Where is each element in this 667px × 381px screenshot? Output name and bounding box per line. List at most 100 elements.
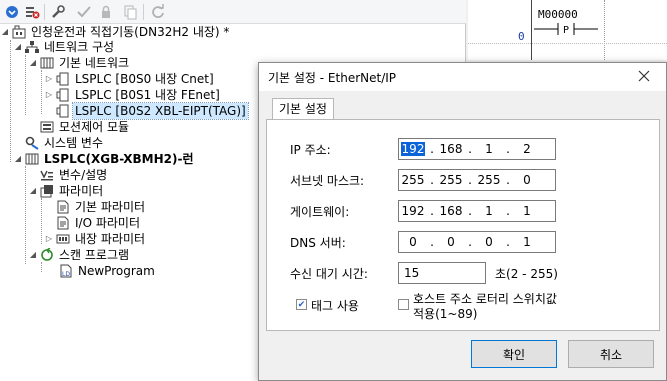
expand-arrow-icon: ▷: [45, 234, 53, 243]
tree-label: 변수/설명: [59, 168, 108, 182]
tree-label: LSPLC [B0S2 XBL-EIPT(TAG)]: [72, 102, 249, 120]
receive-timeout-range: 초(2 - 255): [495, 267, 558, 281]
tree-item-plc-cnet[interactable]: ▷ LSPLC [B0S0 내장 Cnet]: [44, 71, 216, 87]
copy-button[interactable]: [120, 3, 140, 21]
tree-label: LSPLC [B0S0 내장 Cnet]: [75, 72, 214, 86]
ethernet-ip-settings-dialog: 기본 설정 - EtherNet/IP 기본 설정 IP 주소: 192. 16…: [258, 62, 667, 381]
lock-button[interactable]: [96, 3, 116, 21]
lock-icon: [102, 5, 110, 18]
network-icon: [25, 40, 39, 54]
tree-label: LSPLC [B0S1 내장 FEnet]: [75, 88, 220, 102]
check-icon: [77, 6, 91, 18]
checkmark-icon: ✔: [297, 299, 306, 310]
tag-use-label: 태그 사용: [311, 299, 359, 313]
ip-octet-2: 168: [439, 142, 463, 156]
tree-item-basic-network[interactable]: ◢ 기본 네트워크: [28, 55, 131, 71]
tree-item-basic-params[interactable]: 기본 파라미터: [44, 199, 147, 215]
gateway-field[interactable]: 192. 168. 1. 1: [398, 200, 556, 222]
subnet-mask-field[interactable]: 255. 255. 255. 0: [398, 169, 556, 191]
dns-server-field[interactable]: 0. 0. 0. 1: [398, 231, 556, 253]
tree-label: 기본 네트워크: [59, 56, 130, 70]
positive-pulse-contact[interactable]: P: [534, 21, 598, 37]
expand-icon: [6, 6, 18, 18]
host-rotary-switch-label-2: 적용(1~89): [413, 307, 478, 321]
tree-item-project[interactable]: ◢ 인청운전과 직접기동(DN32H2 내장) *: [0, 24, 231, 40]
plc-main-icon: [25, 152, 39, 166]
delete-item-button[interactable]: [22, 3, 42, 21]
close-button[interactable]: [636, 68, 652, 84]
plc-device-icon: [56, 104, 70, 118]
tree-item-io-params[interactable]: I/O 파라미터: [44, 215, 142, 231]
ladder-program-icon: LD: [59, 264, 73, 278]
subnet-mask-label: 서브넷 마스크:: [290, 174, 365, 188]
tree-item-plc-eip[interactable]: LSPLC [B0S2 XBL-EIPT(TAG)]: [44, 102, 249, 120]
subnet-octet-4: 0: [523, 173, 531, 187]
module-icon: [40, 120, 54, 134]
check-button[interactable]: [74, 3, 94, 21]
project-icon: [12, 25, 26, 39]
refresh-icon: [152, 4, 164, 18]
tree-label: 인청운전과 직접기동(DN32H2 내장) *: [31, 25, 230, 39]
ip-octet-1: 192: [400, 142, 426, 156]
contact-device-name: M00000: [538, 8, 578, 21]
collapse-arrow-icon: ◢: [29, 186, 37, 195]
collapse-arrow-icon: ◢: [29, 58, 37, 67]
system-variable-icon: [25, 136, 39, 150]
tree-label: 내장 파라미터: [75, 232, 146, 246]
host-rotary-switch-checkbox[interactable]: [398, 299, 409, 310]
parameter-folder-icon: [40, 184, 54, 198]
dns-octet-1: 0: [409, 235, 417, 249]
tree-item-motion-module[interactable]: 모션제어 모듈: [28, 119, 131, 135]
tab-basic-settings[interactable]: 기본 설정: [272, 98, 334, 120]
subnet-octet-2: 255: [439, 173, 463, 187]
collapse-arrow-icon: ◢: [14, 42, 22, 51]
cancel-button[interactable]: 취소: [568, 340, 654, 368]
tree-label: 스캔 프로그램: [59, 248, 130, 262]
tree-label: 파라미터: [59, 184, 104, 198]
tree-label: 시스템 변수: [44, 136, 104, 150]
dns-octet-3: 0: [485, 235, 493, 249]
tree-item-scan-program[interactable]: ◢ 스캔 프로그램: [28, 247, 131, 263]
gateway-label: 게이트웨이:: [290, 205, 350, 219]
scan-program-icon: [40, 248, 54, 262]
svg-text:P: P: [563, 25, 569, 36]
dns-octet-4: 1: [523, 235, 531, 249]
tree-item-new-program[interactable]: LD NewProgram: [59, 263, 157, 279]
receive-timeout-input[interactable]: 15: [398, 262, 486, 284]
ok-button[interactable]: 확인: [471, 340, 557, 368]
tree-label: 네트워크 구성: [44, 40, 115, 54]
expand-tree-button[interactable]: [2, 3, 22, 21]
tree-item-var-desc[interactable]: 변수/설명: [28, 167, 109, 183]
tree-item-plc-main[interactable]: ◢ LSPLC(XGB-XBMH2)-런: [13, 151, 196, 167]
dialog-titlebar[interactable]: 기본 설정 - EtherNet/IP: [259, 63, 666, 91]
gateway-octet-2: 168: [439, 204, 463, 218]
tag-use-checkbox[interactable]: ✔: [296, 299, 307, 310]
builtin-module-icon: [56, 232, 70, 246]
wrench-icon: [52, 5, 65, 18]
svg-text:LD: LD: [62, 271, 70, 278]
dns-octet-2: 0: [447, 235, 455, 249]
properties-button[interactable]: [48, 3, 68, 21]
tree-item-params[interactable]: ◢ 파라미터: [28, 183, 105, 199]
dialog-title: 기본 설정 - EtherNet/IP: [268, 70, 397, 85]
basic-settings-panel: IP 주소: 192. 168. 1. 2 서브넷 마스크: 255. 255.…: [266, 119, 660, 331]
close-icon: [638, 70, 650, 82]
plc-device-icon: [56, 88, 70, 102]
document-icon: [56, 216, 70, 230]
collapse-arrow-icon: ◢: [29, 250, 37, 259]
variable-list-icon: [40, 168, 54, 182]
subnet-octet-3: 255: [477, 173, 501, 187]
refresh-button[interactable]: [148, 3, 168, 21]
tree-item-builtin-params[interactable]: ▷ 내장 파라미터: [44, 231, 147, 247]
tree-item-plc-fenet[interactable]: ▷ LSPLC [B0S1 내장 FEnet]: [44, 87, 222, 103]
collapse-arrow-icon: ◢: [1, 27, 9, 36]
tree-label: 모션제어 모듈: [59, 120, 130, 134]
subnet-octet-1: 255: [401, 173, 425, 187]
ip-address-field[interactable]: 192. 168. 1. 2: [398, 138, 556, 160]
tree-item-system-vars[interactable]: 시스템 변수: [13, 135, 105, 151]
gateway-octet-1: 192: [401, 204, 425, 218]
tree-item-network-config[interactable]: ◢ 네트워크 구성: [13, 39, 116, 55]
network-grid-icon: [40, 56, 54, 70]
ladder-editor[interactable]: 0 M00000 P: [468, 0, 667, 60]
tree-label: LSPLC(XGB-XBMH2)-런: [44, 152, 194, 166]
